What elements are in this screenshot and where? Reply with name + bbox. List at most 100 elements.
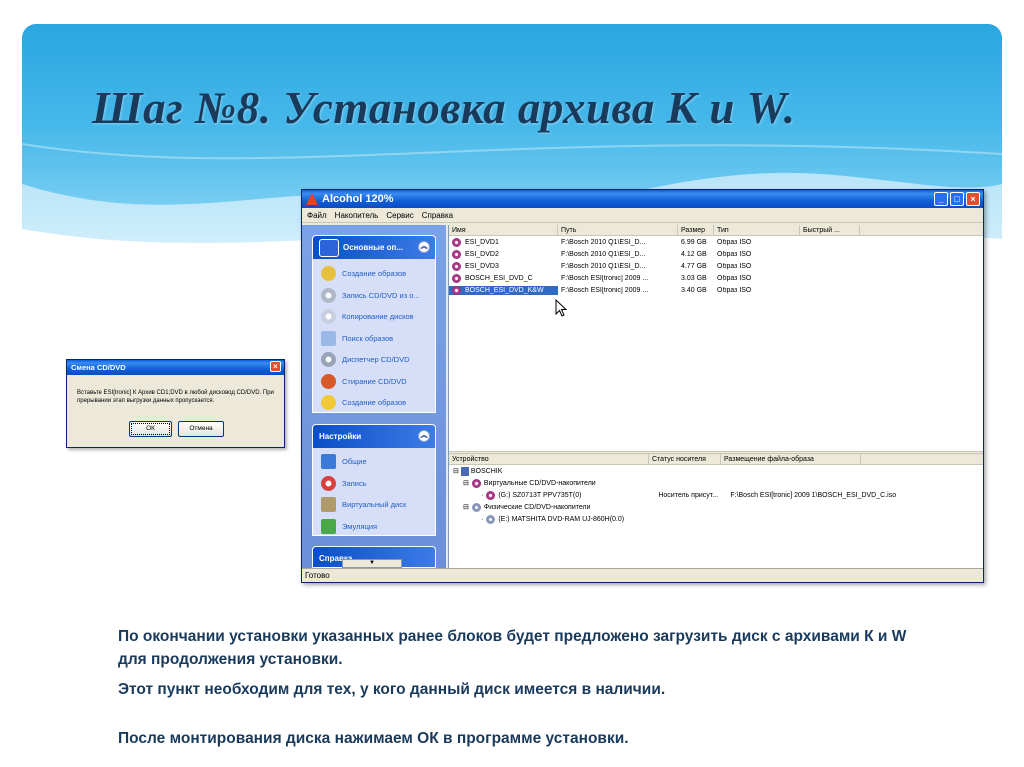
dialog-message: Вставьте ESI[tronic] К Архив CD1;DVD в л…	[77, 390, 274, 404]
images-list-pane: Имя Путь Размер Тип Быстрый ... ESI_DVD1…	[448, 224, 983, 568]
file-name: ESI_DVD3	[465, 262, 499, 270]
file-size: 3.03 GB	[681, 274, 707, 282]
task-pane-scroll-button[interactable]: ▼	[342, 559, 402, 568]
maximize-button[interactable]: □	[950, 192, 964, 206]
task-label: Запись	[342, 478, 367, 488]
cancel-button[interactable]: Отмена	[178, 421, 224, 437]
device-tree-root[interactable]: ⊟ BOSCHIK	[449, 465, 983, 477]
tree-line-icon: ·	[481, 515, 484, 523]
ok-button[interactable]: ОК	[129, 421, 172, 437]
file-list: ESI_DVD1 F:\Bosch 2010 Q1\ESI_D... 6.99 …	[449, 236, 983, 296]
column-device[interactable]: Устройство	[449, 453, 649, 465]
column-size[interactable]: Размер	[678, 224, 714, 236]
settings-general[interactable]: Общие	[313, 451, 435, 473]
task-label: Создание образов	[342, 398, 407, 408]
panel-main-title: Основные оп...	[343, 243, 404, 252]
dialog-title: Смена CD/DVD	[71, 363, 126, 372]
virtual-drive-location: F:\Bosch ESI[tronic] 2009 1\BOSCH_ESI_DV…	[730, 491, 897, 499]
dialog-titlebar[interactable]: Смена CD/DVD ×	[67, 360, 284, 375]
dialog-close-button[interactable]: ×	[270, 361, 281, 372]
minimize-button[interactable]: _	[934, 192, 948, 206]
slide: Шаг №8. Установка архива К и W. Alcohol …	[0, 0, 1024, 767]
settings-record[interactable]: Запись	[313, 473, 435, 495]
paragraph-intro: По окончании установки указанных ранее б…	[118, 628, 907, 668]
task-create-image-2[interactable]: Создание образов	[313, 392, 435, 412]
file-name: BOSCH_ESI_DVD_C	[465, 274, 533, 282]
tree-collapse-icon[interactable]: ⊟	[449, 467, 459, 475]
paragraph-condition: Этот пункт необходим для тех, у кого дан…	[118, 681, 666, 698]
task-cd-manager[interactable]: Диспетчер CD/DVD	[313, 349, 435, 371]
task-label: Поиск образов	[342, 333, 394, 343]
panel-settings-title: Настройки	[319, 432, 362, 441]
file-type: Образ ISO	[717, 274, 752, 282]
disc-image-icon	[452, 237, 461, 247]
device-tree-physical-group[interactable]: ⊟ Физические CD/DVD-накопители	[449, 501, 983, 513]
task-erase-disc[interactable]: Стирание CD/DVD	[313, 371, 435, 393]
window-titlebar[interactable]: Alcohol 120% _ □ ×	[302, 190, 983, 208]
column-type[interactable]: Тип	[714, 224, 800, 236]
task-label: Стирание CD/DVD	[342, 376, 407, 386]
change-disc-dialog: Смена CD/DVD × Вставьте ESI[tronic] К Ар…	[66, 359, 285, 448]
column-name[interactable]: Имя	[449, 224, 558, 236]
panel-settings-header[interactable]: Настройки ︽	[313, 425, 435, 448]
file-row-selected[interactable]: BOSCH_ESI_DVD_K&W F:\Bosch ESI[tronic] 2…	[449, 284, 983, 296]
window-title: Alcohol 120%	[322, 193, 394, 205]
device-row-virtual-drive[interactable]: · (G:) SZ0713T PPV735T(0) Носитель прису…	[449, 489, 983, 501]
tree-collapse-icon[interactable]: ⊟	[449, 503, 469, 511]
close-button[interactable]: ×	[966, 192, 980, 206]
general-settings-icon	[321, 454, 336, 470]
file-name: ESI_DVD2	[465, 250, 499, 258]
column-quick[interactable]: Быстрый ...	[800, 224, 860, 236]
file-path: F:\Bosch 2010 Q1\ESI_D...	[561, 250, 646, 258]
main-operations-icon	[319, 238, 339, 257]
file-size: 6.99 GB	[681, 238, 707, 246]
settings-emulation[interactable]: Эмуляция	[313, 516, 435, 536]
file-path: F:\Bosch ESI[tronic] 2009 ...	[561, 286, 649, 294]
slide-title: Шаг №8. Установка архива К и W.	[92, 83, 796, 133]
create-image-icon	[321, 395, 336, 411]
file-row[interactable]: BOSCH_ESI_DVD_C F:\Bosch ESI[tronic] 200…	[449, 272, 983, 284]
file-path: F:\Bosch ESI[tronic] 2009 ...	[561, 274, 649, 282]
file-row[interactable]: ESI_DVD1 F:\Bosch 2010 Q1\ESI_D... 6.99 …	[449, 236, 983, 248]
task-create-image[interactable]: Создание образов	[313, 263, 435, 285]
menu-drive[interactable]: Накопитель	[335, 211, 379, 220]
column-path[interactable]: Путь	[558, 224, 678, 236]
panel-main-header[interactable]: Основные оп... ︽	[313, 236, 435, 259]
burn-disc-icon	[321, 287, 336, 303]
alcohol-window: Alcohol 120% _ □ × Файл Накопитель Серви…	[301, 189, 984, 583]
task-search-images[interactable]: Поиск образов	[313, 328, 435, 350]
task-label: Запись CD/DVD из о...	[342, 290, 420, 300]
settings-virtual-disc[interactable]: Виртуальный диск	[313, 494, 435, 516]
file-name: ESI_DVD1	[465, 238, 499, 246]
search-images-icon	[321, 330, 336, 346]
device-tree-virtual-group[interactable]: ⊟ Виртуальные CD/DVD-накопители	[449, 477, 983, 489]
drive-icon	[486, 514, 496, 524]
tree-line-icon: ·	[481, 491, 484, 499]
task-pane: Основные оп... ︽ Создание образов Запись…	[302, 225, 446, 568]
disc-image-icon	[452, 261, 461, 271]
file-row[interactable]: ESI_DVD2 F:\Bosch 2010 Q1\ESI_D... 4.12 …	[449, 248, 983, 260]
devices-header: Устройство Статус носителя Размещение фа…	[449, 453, 983, 465]
file-name: BOSCH_ESI_DVD_K&W	[465, 286, 544, 294]
menu-file[interactable]: Файл	[307, 211, 327, 220]
task-label: Общие	[342, 457, 367, 467]
menubar: Файл Накопитель Сервис Справка	[302, 208, 983, 223]
column-image-location[interactable]: Размещение файла-образа	[721, 453, 861, 465]
tree-collapse-icon[interactable]: ⊟	[449, 479, 469, 487]
collapse-chevron-icon[interactable]: ︽	[418, 430, 430, 442]
status-text: Готово	[305, 571, 330, 580]
column-media-status[interactable]: Статус носителя	[649, 453, 721, 465]
device-row-physical-drive[interactable]: · (E:) MATSHITA DVD-RAM UJ-860H(0.0)	[449, 513, 983, 525]
menu-service[interactable]: Сервис	[386, 211, 413, 220]
file-size: 4.77 GB	[681, 262, 707, 270]
task-label: Виртуальный диск	[342, 500, 407, 510]
menu-help[interactable]: Справка	[422, 211, 453, 220]
collapse-chevron-icon[interactable]: ︽	[418, 241, 430, 253]
task-label: Копирование дисков	[342, 312, 414, 322]
task-burn-image[interactable]: Запись CD/DVD из о...	[313, 285, 435, 307]
copy-disc-icon	[321, 309, 336, 325]
task-copy-disc[interactable]: Копирование дисков	[313, 306, 435, 328]
file-row[interactable]: ESI_DVD3 F:\Bosch 2010 Q1\ESI_D... 4.77 …	[449, 260, 983, 272]
drive-icon	[486, 490, 496, 500]
file-type: Образ ISO	[717, 250, 752, 258]
